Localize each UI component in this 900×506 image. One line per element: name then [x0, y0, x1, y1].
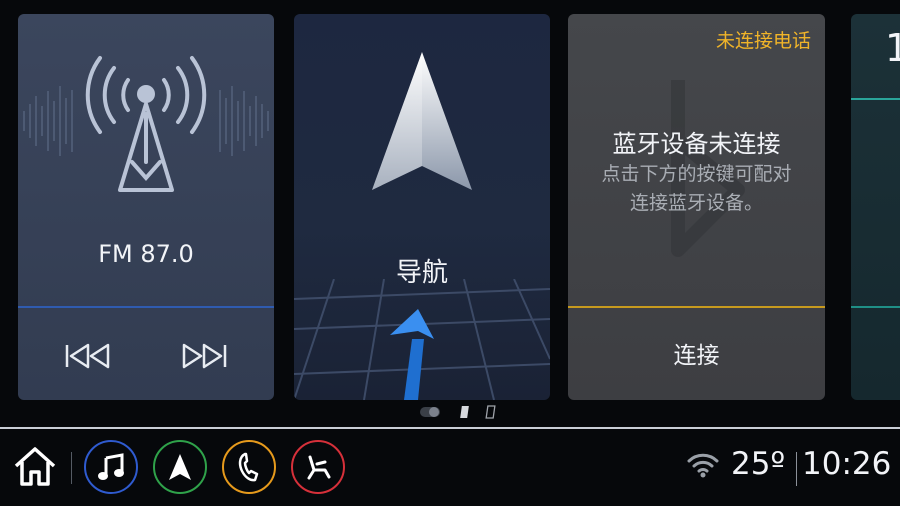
clock: 10:26 — [802, 446, 892, 482]
home-button[interactable] — [12, 444, 58, 490]
road-map-decoration — [294, 279, 550, 400]
seat-icon — [307, 455, 331, 480]
bluetooth-description: 点击下方的按键可配对 连接蓝牙设备。 — [578, 160, 815, 218]
status-divider — [796, 452, 797, 486]
radio-card[interactable]: FM 87.0 — [18, 14, 274, 400]
navigation-icon — [169, 454, 191, 480]
bluetooth-divider — [568, 306, 825, 308]
bluetooth-title: 蓝牙设备未连接 — [612, 130, 781, 158]
next-card-partial[interactable]: 1 — [851, 14, 900, 400]
partial-card-divider — [851, 98, 900, 100]
radio-tower-icon — [85, 56, 207, 192]
radio-divider — [18, 306, 274, 308]
phone-app-button[interactable] — [222, 440, 276, 494]
phone-connection-status: 未连接电话 — [715, 30, 811, 52]
temperature: 25º — [731, 446, 786, 482]
dock-divider — [71, 452, 72, 484]
partial-card-text: 1 — [885, 26, 900, 70]
page-dot-2 — [460, 406, 469, 418]
bluetooth-card[interactable]: 未连接电话 蓝牙设备未连接 点击下方的按键可配对 连接蓝牙设备。 连接 — [568, 14, 825, 400]
skip-next-icon — [182, 343, 227, 369]
home-icon — [14, 447, 56, 486]
wifi-icon — [687, 453, 719, 478]
bluetooth-description-line2: 连接蓝牙设备。 — [629, 192, 763, 214]
music-note-icon — [98, 453, 124, 480]
navigation-card[interactable]: 导航 — [294, 14, 550, 400]
dock-separator-line — [0, 427, 900, 429]
navigation-app-button[interactable] — [153, 440, 207, 494]
skip-previous-button[interactable] — [58, 336, 118, 376]
skip-previous-icon — [65, 343, 110, 369]
phone-icon — [238, 452, 259, 482]
page-dot-3 — [485, 405, 496, 419]
page-indicator[interactable] — [420, 405, 500, 419]
seat-app-button[interactable] — [291, 440, 345, 494]
navigation-arrow-icon — [372, 52, 472, 190]
partial-card-bottom-divider — [851, 306, 900, 308]
music-app-button[interactable] — [84, 440, 138, 494]
radio-frequency: FM 87.0 — [98, 240, 194, 268]
connect-button[interactable]: 连接 — [568, 336, 825, 376]
skip-next-button[interactable] — [174, 336, 234, 376]
bluetooth-description-line1: 点击下方的按键可配对 — [601, 163, 792, 185]
navigation-label: 导航 — [395, 258, 448, 288]
